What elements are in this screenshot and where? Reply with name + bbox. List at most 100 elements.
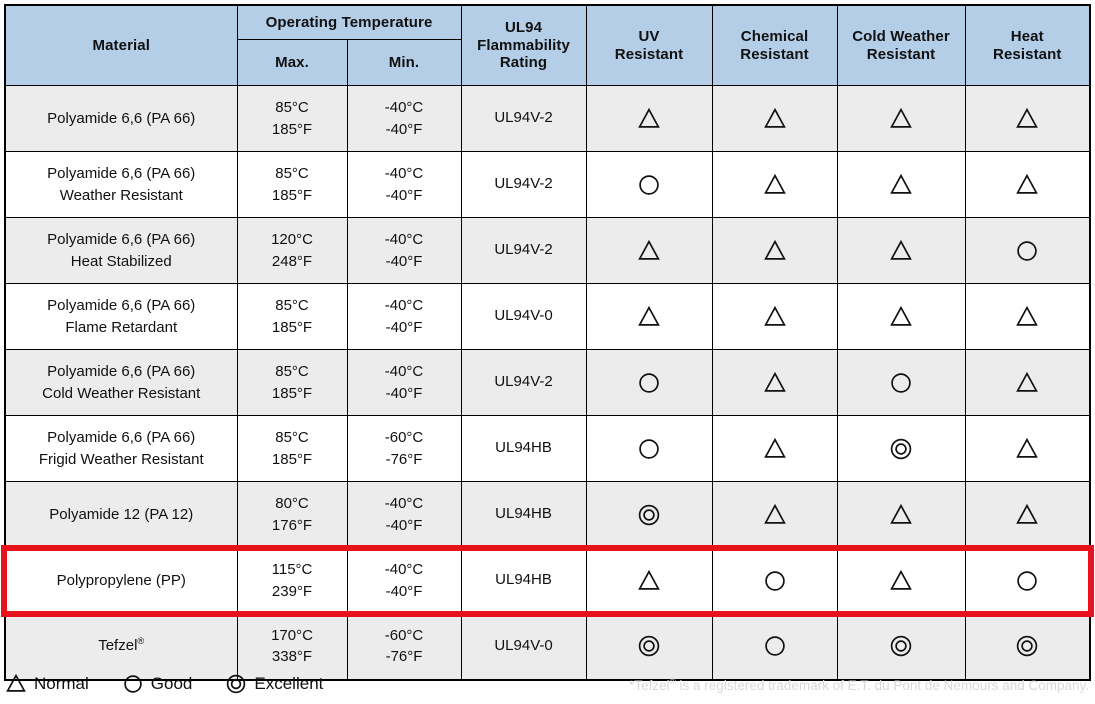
cell-chemical-resistant	[711, 349, 838, 416]
header-row-1: Material Operating Temperature UL94 Flam…	[4, 4, 1091, 86]
cell-temperature-min: -40°C -40°F	[346, 547, 462, 614]
cell-heat-resistant	[964, 283, 1091, 350]
table-row: Polyamide 6,6 (PA 66) Cold Weather Resist…	[4, 349, 1091, 416]
legend-item: Normal	[6, 674, 89, 694]
cell-temperature-max: 85°C 185°F	[236, 151, 348, 218]
cell-uv-resistant	[585, 283, 713, 350]
temp-min-fahrenheit: -40°F	[385, 186, 423, 204]
cell-material: Polypropylene (PP)	[4, 547, 238, 614]
cell-cold-weather-resistant	[836, 217, 966, 284]
cell-temperature-min: -40°C -40°F	[346, 481, 462, 548]
cell-temperature-min: -40°C -40°F	[346, 151, 462, 218]
table-row: Tefzel® 170°C 338°F -60°C -76°F UL94V-0	[4, 613, 1091, 680]
header-chemical-resistant: Chemical Resistant	[711, 4, 838, 86]
circle-icon	[1017, 570, 1038, 591]
cell-material: Polyamide 12 (PA 12)	[4, 481, 238, 548]
temp-max-fahrenheit: 185°F	[271, 384, 313, 402]
triangle-icon	[890, 503, 912, 524]
triangle-icon	[763, 437, 786, 458]
circle-icon	[639, 372, 659, 393]
cell-chemical-resistant	[711, 217, 838, 284]
triangle-icon	[890, 173, 912, 194]
page-root: Material Operating Temperature UL94 Flam…	[0, 0, 1095, 704]
triangle-icon	[763, 503, 786, 524]
temp-min-fahrenheit: -76°F	[385, 450, 423, 468]
temp-max-celsius: 170°C	[271, 626, 313, 644]
temp-max-fahrenheit: 248°F	[271, 252, 313, 270]
triangle-icon	[1016, 371, 1039, 392]
temp-min-fahrenheit: -40°F	[385, 516, 423, 534]
table-row: Polypropylene (PP) 115°C 239°F -40°C -40°F UL…	[4, 547, 1091, 614]
temp-max-celsius: 115°C	[271, 560, 313, 578]
temp-min-fahrenheit: -40°F	[385, 120, 423, 138]
header-ul94-line-3: Rating	[499, 54, 548, 72]
temp-max-celsius: 80°C	[275, 494, 309, 512]
header-heat-line-1: Heat	[1010, 27, 1044, 45]
material-name-line-1: Polyamide 6,6 (PA 66)	[47, 109, 196, 127]
temp-min-celsius: -40°C	[384, 296, 424, 314]
triangle-icon	[763, 173, 786, 194]
triangle-icon	[890, 107, 912, 128]
cell-ul94-rating: UL94V-2	[460, 349, 587, 416]
material-name-line-1: Polyamide 6,6 (PA 66)	[47, 362, 196, 380]
cell-heat-resistant	[964, 349, 1091, 416]
material-name-line-1: Tefzel®	[98, 636, 145, 655]
temp-min-fahrenheit: -40°F	[385, 582, 423, 600]
legend-item: Excellent	[226, 674, 323, 694]
table-row: Polyamide 6,6 (PA 66) 85°C 185°F -40°C -40°F…	[4, 85, 1091, 152]
circle-icon	[1017, 240, 1038, 261]
temp-min-celsius: -60°C	[384, 626, 424, 644]
cell-material: Polyamide 6,6 (PA 66) Cold Weather Resist…	[4, 349, 238, 416]
double-circle-icon	[227, 674, 246, 694]
cell-uv-resistant	[585, 481, 713, 548]
triangle-icon	[763, 371, 786, 392]
material-name-line-2: Heat Stabilized	[70, 252, 172, 270]
cell-material: Polyamide 6,6 (PA 66)	[4, 85, 238, 152]
material-name-line-2: Weather Resistant	[59, 186, 183, 204]
header-ul94-line-2: Flammability	[477, 36, 570, 54]
header-temperature-max: Max.	[236, 39, 348, 86]
material-name-line-1: Polyamide 6,6 (PA 66)	[47, 296, 196, 314]
temp-min-celsius: -60°C	[384, 428, 424, 446]
circle-icon	[124, 675, 142, 693]
double-circle-icon	[890, 636, 912, 657]
cell-chemical-resistant	[711, 481, 838, 548]
circle-icon	[639, 174, 659, 195]
temp-min-celsius: -40°C	[384, 362, 424, 380]
table-row: Polyamide 12 (PA 12) 80°C 176°F -40°C -40°F U…	[4, 481, 1091, 548]
triangle-icon	[1016, 173, 1039, 194]
triangle-icon	[1016, 305, 1039, 326]
cell-chemical-resistant	[711, 283, 838, 350]
temp-min-celsius: -40°C	[384, 494, 424, 512]
cell-cold-weather-resistant	[836, 547, 966, 614]
temp-min-celsius: -40°C	[384, 560, 424, 578]
header-material: Material	[4, 4, 238, 86]
material-name-line-2: Frigid Weather Resistant	[38, 450, 204, 468]
triangle-icon	[1016, 437, 1039, 458]
cell-material: Tefzel®	[4, 613, 238, 680]
temp-max-fahrenheit: 185°F	[271, 318, 313, 336]
header-heat-resistant: Heat Resistant	[964, 4, 1091, 86]
cell-temperature-min: -40°C -40°F	[346, 283, 462, 350]
cell-heat-resistant	[964, 415, 1091, 482]
circle-icon	[891, 372, 911, 393]
cell-heat-resistant	[964, 613, 1091, 680]
legend: Normal Good Excellent	[6, 674, 323, 694]
cell-ul94-rating: UL94HB	[460, 415, 587, 482]
cell-temperature-min: -40°C -40°F	[346, 217, 462, 284]
cell-temperature-max: 80°C 176°F	[236, 481, 348, 548]
cell-uv-resistant	[585, 613, 713, 680]
temp-max-fahrenheit: 185°F	[271, 186, 313, 204]
temp-max-fahrenheit: 176°F	[271, 516, 313, 534]
cell-temperature-min: -40°C -40°F	[346, 85, 462, 152]
temp-min-fahrenheit: -40°F	[385, 252, 423, 270]
cell-uv-resistant	[585, 151, 713, 218]
triangle-icon	[638, 107, 660, 128]
material-name-line-2: Cold Weather Resistant	[42, 384, 201, 402]
temp-max-fahrenheit: 338°F	[271, 648, 313, 666]
header-chemical-line-1: Chemical	[740, 27, 809, 45]
cell-uv-resistant	[585, 349, 713, 416]
cell-heat-resistant	[964, 481, 1091, 548]
triangle-icon	[1016, 503, 1039, 524]
double-circle-icon	[638, 636, 660, 657]
